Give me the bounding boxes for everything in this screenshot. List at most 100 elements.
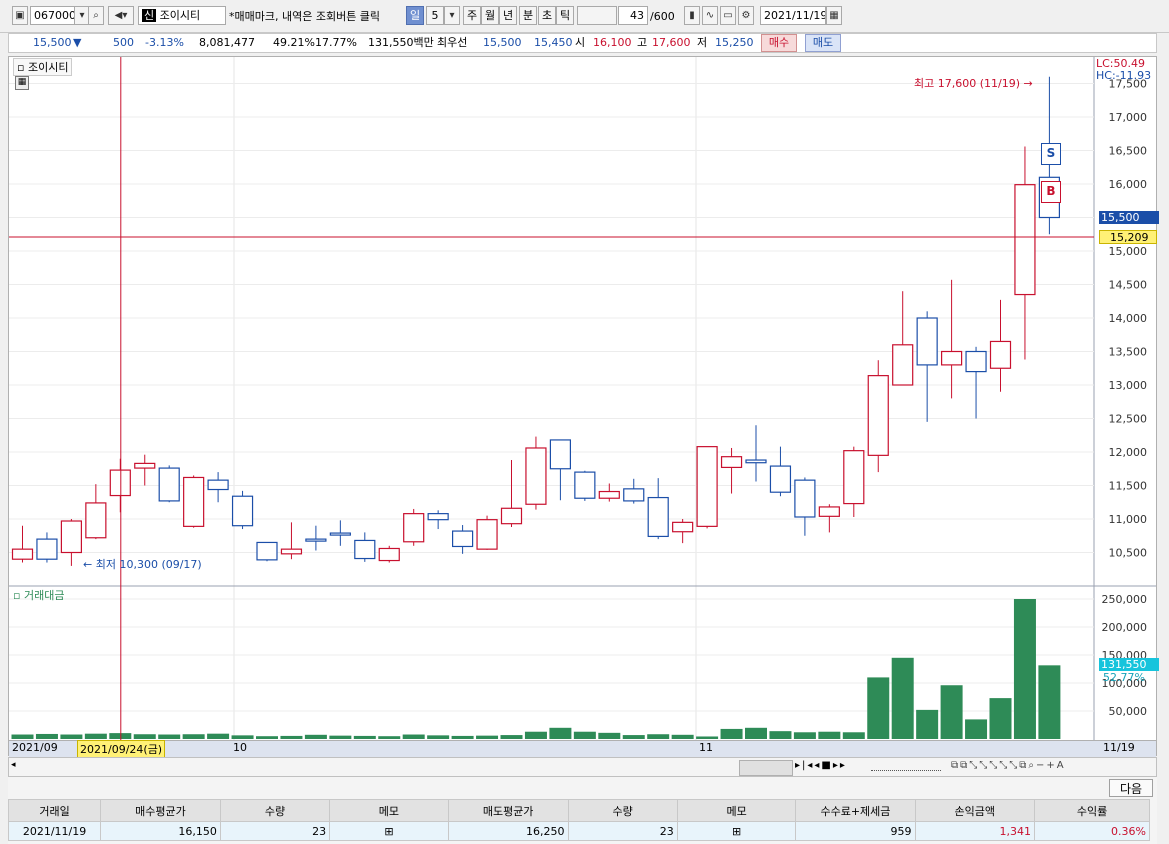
volume-bar [378, 736, 401, 739]
buy-marker[interactable]: B [1041, 181, 1061, 203]
trade-amount: 131,550백만 [368, 36, 434, 49]
chart-scrollbar[interactable]: ◂ ▸|◂◂■▸▸ ⧉⧉⤡⤡⤡⤡⤡⧉⌕−+A [8, 757, 1157, 777]
sell-button[interactable]: 매도 [805, 34, 841, 52]
candle-body [598, 490, 620, 499]
buy-button[interactable]: 매수 [761, 34, 797, 52]
save-icon[interactable]: ▭ [720, 6, 736, 25]
volume-value: 8,081,477 [199, 36, 255, 49]
stock-name-field[interactable]: 신 조이시티 [138, 6, 226, 25]
volume-bar [304, 734, 327, 739]
volume-bar [965, 719, 988, 739]
candle-body [745, 459, 767, 464]
col-header-1: 매수평균가 [100, 799, 221, 822]
x-label-oct: 10 [233, 741, 247, 754]
memo-icon[interactable]: ⊞ [329, 821, 449, 841]
period-tab-0[interactable]: 일 [406, 6, 424, 25]
candle-body [720, 456, 743, 469]
trade-table: 거래일 매수평균가 수량 메모 매도평균가 수량 메모 수수료+제세금 손익금액 수익률 2021… [7, 799, 1150, 841]
table-cell: 959 [795, 821, 916, 841]
price-tick-label: 12,000 [1109, 446, 1148, 459]
empty-select[interactable] [577, 6, 617, 25]
candle-body [892, 344, 914, 386]
next-button[interactable]: 다음 [1109, 779, 1153, 797]
best-label: 최우선 [437, 36, 468, 49]
period-tab-1[interactable]: 5 [426, 6, 444, 25]
volume-bar [916, 709, 939, 739]
candle-body [940, 350, 963, 366]
x-label-sep: 2021/09 [12, 741, 58, 754]
candle-body [989, 340, 1012, 369]
volume-bar [476, 735, 499, 739]
candle-body [60, 520, 83, 554]
date-input[interactable]: 2021/11/19 [760, 6, 826, 25]
low-note: ← 최저 10,300 (09/17) [83, 558, 202, 571]
candle-body [183, 476, 205, 527]
candle-body [843, 450, 865, 505]
candle-body [11, 548, 34, 560]
volume-bar [84, 733, 107, 739]
period-tab-7[interactable]: 틱 [556, 6, 574, 25]
candle-body [36, 538, 58, 560]
period-tab-5[interactable]: 분 [519, 6, 537, 25]
chart-panel[interactable]: 17,50017,00016,50016,00015,50015,00014,5… [8, 56, 1159, 758]
price-tick-label: 13,000 [1109, 379, 1148, 392]
table-row[interactable]: 2021/11/19 16,150 23 ⊞ 16,250 23 ⊞ 959 1,341 0.36… [7, 821, 1150, 841]
volume-tick-label: 50,000 [1109, 705, 1148, 718]
volume-bar [573, 731, 596, 739]
candle-type-icon[interactable]: ▮ [684, 6, 700, 25]
volume-bar [11, 734, 34, 739]
candle-body [818, 506, 840, 517]
sell-marker[interactable]: S [1041, 143, 1061, 165]
volume-bar [451, 735, 474, 739]
count-input[interactable]: 43 [618, 6, 648, 25]
window-icon[interactable]: ▣ [12, 6, 28, 25]
period-tab-3[interactable]: 월 [481, 6, 499, 25]
volume-panel-label: ▫ 거래대금 [13, 589, 65, 602]
volume-bar [1038, 665, 1061, 739]
price-tick-label: 17,000 [1109, 111, 1148, 124]
line-type-icon[interactable]: ∿ [702, 6, 718, 25]
candle-body [403, 513, 425, 543]
current-price-tag: 15,500 [1099, 211, 1159, 224]
low-note-text: 최저 10,300 (09/17) [95, 558, 202, 571]
volume-bar [402, 734, 425, 739]
toolbar: ▣ 067000 ▾ ⌕ ◀▾ 신 조이시티 *매매마크, 내역은 조회버튼 클… [0, 0, 1169, 33]
best-ask: 15,500 [483, 36, 522, 49]
volume-pct: 52.77% [1103, 671, 1145, 684]
col-header-4: 매도평균가 [447, 799, 569, 822]
scroll-thumb[interactable] [739, 760, 793, 776]
settings-icon[interactable]: ⚙ [738, 6, 754, 25]
playback-icons[interactable]: ▸|◂◂■▸▸ [795, 760, 847, 771]
col-header-7: 수수료+제세금 [795, 799, 916, 822]
candle-body [647, 496, 669, 538]
volume-bar [158, 734, 181, 739]
candle-body [158, 467, 180, 502]
stock-code-input[interactable]: 067000 [30, 6, 76, 25]
change-pct: -3.13% [145, 36, 184, 49]
table-header: 거래일 매수평균가 수량 메모 매도평균가 수량 메모 수수료+제세금 손익금액 수익률 [7, 799, 1150, 822]
speaker-dropdown-icon[interactable]: ◀▾ [108, 6, 134, 25]
memo-icon[interactable]: ⊞ [676, 821, 797, 841]
calendar-icon[interactable]: ▦ [826, 6, 842, 25]
candle-body [574, 471, 596, 499]
candle-body [280, 548, 303, 555]
table-icon[interactable]: ▦ [15, 76, 29, 90]
period-dropdown-icon[interactable]: ▾ [444, 6, 460, 25]
period-tab-6[interactable]: 초 [538, 6, 556, 25]
drawing-tools-icons[interactable]: ⧉⧉⤡⤡⤡⤡⤡⧉⌕−+A [951, 760, 1066, 771]
candle-body [500, 507, 523, 525]
high-note-text: 최고 17,600 (11/19) [914, 77, 1021, 90]
volume-bar [60, 734, 83, 739]
candlestick-chart[interactable]: 17,50017,00016,50016,00015,50015,00014,5… [9, 57, 1156, 755]
candle-body [134, 462, 156, 469]
candle-body [867, 375, 889, 456]
scroll-left-icon[interactable]: ◂ [11, 760, 23, 774]
table-cell: 23 [567, 821, 678, 841]
period-tab-4[interactable]: 년 [499, 6, 517, 25]
col-header-0: 거래일 [7, 799, 102, 822]
volume-bar [231, 735, 254, 739]
col-header-6: 메모 [676, 799, 797, 822]
period-tab-2[interactable]: 주 [463, 6, 481, 25]
search-icon[interactable]: ⌕ [88, 6, 104, 25]
zoom-slider[interactable] [871, 762, 941, 771]
